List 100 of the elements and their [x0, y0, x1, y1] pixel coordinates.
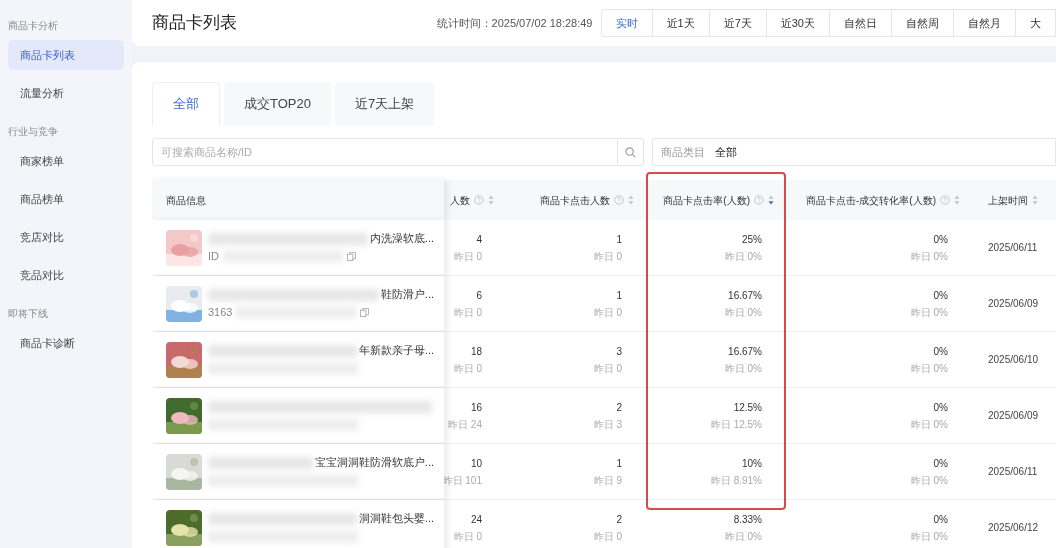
- cell-previous: 昨日 0%: [910, 361, 948, 376]
- cell-value: 18: [470, 344, 482, 359]
- column-header[interactable]: 商品信息: [166, 192, 206, 208]
- tab[interactable]: 全部: [152, 82, 220, 126]
- cell-previous: 昨日 0: [593, 249, 622, 264]
- range-tab[interactable]: 大: [1015, 10, 1055, 36]
- cell-previous: 昨日 12.5%: [710, 417, 762, 432]
- table-cell: 2025/06/10: [988, 354, 1039, 365]
- tab[interactable]: 成交TOP20: [224, 82, 331, 126]
- cell-previous: 昨日 0%: [724, 529, 762, 544]
- cell-value: 16.67%: [728, 288, 762, 303]
- cell-value: 16: [470, 400, 482, 415]
- cell-previous: 昨日 24: [448, 417, 482, 432]
- cell-value: 10%: [742, 456, 762, 471]
- cell-previous: 昨日 0: [453, 529, 482, 544]
- cell-previous: 昨日 0%: [910, 305, 948, 320]
- product-name: 鞋防滑户...: [380, 287, 434, 303]
- table-cell: 2025/06/11: [988, 466, 1038, 477]
- sort-icon[interactable]: [768, 195, 774, 205]
- table-cell: 2025/06/09: [988, 298, 1039, 309]
- page-title: 商品卡列表: [152, 12, 237, 35]
- sidebar-item[interactable]: 商家榜单: [8, 146, 124, 176]
- cell-previous: 昨日 0%: [910, 529, 948, 544]
- product-name: 年新款亲子母...: [358, 343, 434, 359]
- sidebar-item[interactable]: 竞店对比: [8, 222, 124, 252]
- sidebar-item[interactable]: 流量分析: [8, 78, 124, 108]
- column-header[interactable]: 商品卡点击人数: [540, 192, 610, 208]
- range-tab[interactable]: 自然月: [953, 10, 1015, 36]
- cell-previous: 昨日 0: [593, 529, 622, 544]
- cell-previous: 昨日 0%: [724, 361, 762, 376]
- column-header[interactable]: 商品卡点击-成交转化率(人数): [806, 192, 936, 208]
- search-field[interactable]: 可搜索商品名称/ID: [152, 138, 618, 166]
- range-tab[interactable]: 近30天: [765, 10, 829, 36]
- sidebar-item[interactable]: 竞品对比: [8, 260, 124, 290]
- range-tab[interactable]: 近7天: [708, 10, 766, 36]
- sidebar-item[interactable]: 商品榜单: [8, 184, 124, 214]
- copy-icon[interactable]: [347, 252, 356, 261]
- cell-value: 2: [616, 400, 622, 415]
- cell-previous: 昨日 0%: [910, 417, 948, 432]
- range-tab[interactable]: 近1天: [651, 10, 709, 36]
- cell-value: 0%: [933, 400, 948, 415]
- cell-previous: 昨日 9: [593, 473, 622, 488]
- cell-value: 0%: [933, 232, 948, 247]
- cell-value: 24: [470, 512, 482, 527]
- cell-value: 0%: [933, 288, 948, 303]
- table-cell: 2025/06/12: [988, 522, 1039, 533]
- copy-icon[interactable]: [360, 308, 370, 317]
- cell-value: 0%: [933, 456, 948, 471]
- help-icon[interactable]: [614, 195, 624, 205]
- table-cell: 2025/06/11: [988, 242, 1038, 253]
- cell-previous: 昨日 101: [442, 473, 482, 488]
- cell-value: 12.5%: [733, 400, 762, 415]
- cell-previous: 昨日 8.91%: [710, 473, 762, 488]
- cell-value: 0%: [933, 512, 948, 527]
- cell-value: 3: [616, 344, 622, 359]
- sidebar-group-title: 行业与竞争: [7, 124, 59, 139]
- cell-previous: 昨日 0%: [910, 249, 948, 264]
- cell-value: 10: [470, 456, 482, 471]
- help-icon[interactable]: [474, 195, 484, 205]
- cell-previous: 昨日 0%: [910, 473, 948, 488]
- cell-previous: 昨日 0: [453, 249, 482, 264]
- sidebar-group-title: 商品卡分析: [7, 18, 59, 33]
- cell-value: 25%: [742, 232, 762, 247]
- column-header[interactable]: 商品卡点击率(人数): [663, 192, 750, 208]
- range-tab[interactable]: 自然周: [891, 10, 953, 36]
- search-icon[interactable]: [625, 146, 636, 158]
- sidebar-item[interactable]: 商品卡列表: [8, 40, 124, 70]
- sidebar-item[interactable]: 商品卡诊断: [8, 328, 124, 358]
- cell-previous: 昨日 0: [593, 305, 622, 320]
- stat-time: 统计时间：2025/07/02 18:28:49: [436, 15, 593, 31]
- cell-value: 16.67%: [728, 344, 762, 359]
- help-icon[interactable]: [754, 195, 764, 205]
- column-header[interactable]: 上架时间: [988, 192, 1028, 208]
- cell-previous: 昨日 0: [453, 305, 482, 320]
- cell-value: 1: [616, 456, 622, 471]
- product-id: 3163: [208, 305, 233, 321]
- range-tab[interactable]: 实时: [601, 10, 652, 36]
- cell-value: 0%: [933, 344, 948, 359]
- cell-value: 1: [616, 288, 622, 303]
- range-tab[interactable]: 自然日: [829, 10, 891, 36]
- cell-value: 8.33%: [733, 512, 762, 527]
- column-header[interactable]: 人数: [450, 192, 470, 208]
- category-select[interactable]: 商品类目 全部: [652, 138, 1056, 166]
- sidebar-group-title: 即将下线: [7, 306, 49, 321]
- cell-previous: 昨日 3: [593, 417, 622, 432]
- cell-value: 4: [476, 232, 482, 247]
- cell-value: 6: [476, 288, 482, 303]
- product-name: 宝宝洞洞鞋防滑软底户...: [314, 455, 434, 471]
- tab[interactable]: 近7天上架: [334, 82, 435, 126]
- help-icon[interactable]: [940, 195, 950, 205]
- product-name: 内洗澡软底...: [369, 231, 434, 247]
- cell-value: 1: [616, 232, 622, 247]
- cell-previous: 昨日 0: [593, 361, 622, 376]
- table-cell: 2025/06/09: [988, 410, 1039, 421]
- product-name: 洞洞鞋包头婴...: [358, 511, 434, 527]
- product-id: ID: [208, 249, 219, 265]
- cell-previous: 昨日 0%: [724, 305, 762, 320]
- search-button[interactable]: [618, 138, 644, 166]
- cell-previous: 昨日 0%: [724, 249, 762, 264]
- cell-value: 2: [616, 512, 622, 527]
